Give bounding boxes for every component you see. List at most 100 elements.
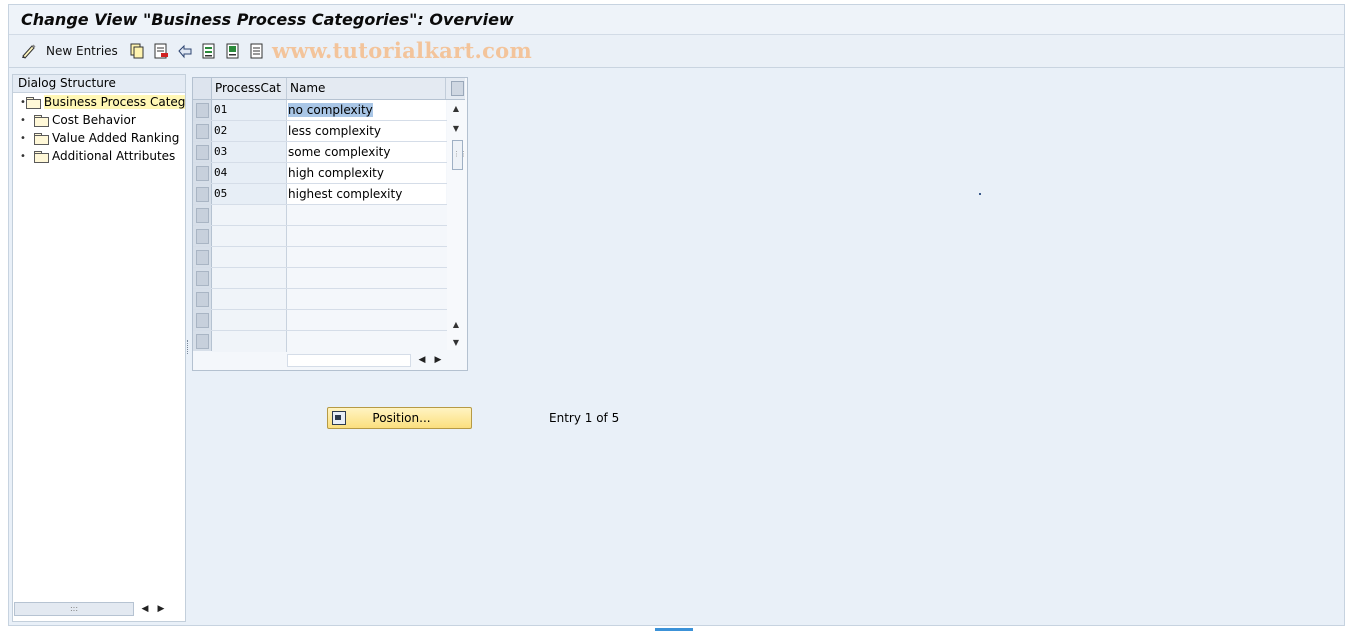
row-selector[interactable] (193, 226, 212, 246)
panel-splitter[interactable] (187, 340, 190, 354)
row-selector[interactable] (193, 205, 212, 225)
cell-processcat[interactable]: 03 (212, 142, 287, 162)
sap-window: Change View "Business Process Categories… (8, 4, 1345, 626)
row-selector[interactable] (193, 247, 212, 267)
position-button[interactable]: Position... (327, 407, 472, 429)
cell-processcat[interactable] (212, 331, 287, 352)
new-entries-button[interactable]: New Entries (17, 40, 121, 62)
folder-open-icon (25, 96, 41, 109)
cell-processcat[interactable]: 04 (212, 163, 287, 183)
row-selector[interactable] (193, 268, 212, 288)
scroll-page-down-icon[interactable]: ▼ (451, 338, 461, 348)
cell-name[interactable] (287, 205, 446, 225)
cell-name[interactable] (287, 331, 446, 352)
scroll-left-icon[interactable]: ◀ (415, 355, 429, 365)
row-selector[interactable] (193, 331, 212, 351)
deselect-all-button[interactable] (245, 40, 269, 62)
bullet-icon: • (20, 150, 26, 162)
tree-item-business-process-categories[interactable]: • Business Process Catego (13, 93, 185, 111)
empty-row[interactable] (193, 226, 447, 247)
horizontal-scrollbar[interactable]: ◀ ▶ (287, 352, 447, 368)
row-selector[interactable] (193, 121, 212, 141)
application-toolbar: New Entries www.tutorialkart.com (9, 35, 1344, 68)
select-block-icon (224, 42, 242, 60)
empty-row[interactable] (193, 289, 447, 310)
stray-dot (979, 193, 981, 195)
table-header: ProcessCat Name (193, 78, 465, 100)
row-selector[interactable] (193, 142, 212, 162)
copy-button[interactable] (125, 40, 149, 62)
table-row[interactable]: 04 high complexity (193, 163, 447, 184)
cell-name[interactable] (287, 226, 446, 246)
undo-button[interactable] (173, 40, 197, 62)
empty-row[interactable] (193, 331, 447, 352)
scroll-down-icon[interactable]: ▼ (451, 124, 461, 134)
select-all-icon (200, 42, 218, 60)
empty-row[interactable] (193, 310, 447, 331)
tree-item-additional-attributes[interactable]: • Additional Attributes (13, 147, 185, 165)
row-selector[interactable] (193, 163, 212, 183)
table-row[interactable]: 05 highest complexity (193, 184, 447, 205)
cell-name[interactable] (287, 268, 446, 288)
undo-icon (176, 42, 194, 60)
delete-button[interactable] (149, 40, 173, 62)
scroll-right-icon[interactable]: ▶ (154, 604, 168, 614)
row-selector[interactable] (193, 184, 212, 204)
horizontal-scrollbar[interactable]: ::: ◀ ▶ (13, 601, 187, 617)
new-entries-label: New Entries (46, 44, 118, 58)
cell-name[interactable] (287, 289, 446, 309)
bullet-icon: • (20, 114, 26, 126)
row-selector[interactable] (193, 100, 212, 120)
empty-row[interactable] (193, 247, 447, 268)
tree-item-label: Value Added Ranking (52, 131, 180, 145)
dialog-structure-panel: Dialog Structure • Business Process Cate… (12, 74, 186, 622)
cell-processcat[interactable] (212, 226, 287, 246)
table-row[interactable]: 03 some complexity (193, 142, 447, 163)
column-header-processcat[interactable]: ProcessCat (212, 78, 287, 99)
scroll-right-icon[interactable]: ▶ (431, 355, 445, 365)
cell-processcat[interactable]: 05 (212, 184, 287, 204)
cell-processcat[interactable] (212, 247, 287, 267)
cell-name[interactable] (287, 310, 446, 330)
cell-name[interactable]: some complexity (287, 142, 446, 162)
tree-item-cost-behavior[interactable]: • Cost Behavior (13, 111, 185, 129)
page-title: Change View "Business Process Categories… (21, 10, 514, 29)
watermark: www.tutorialkart.com (272, 38, 532, 63)
scrollbar-track[interactable] (287, 353, 411, 367)
table-row[interactable]: 02 less complexity (193, 121, 447, 142)
cell-processcat[interactable] (212, 289, 287, 309)
cell-name[interactable]: no complexity (287, 100, 446, 120)
scroll-up-icon[interactable]: ▲ (451, 104, 461, 114)
select-block-button[interactable] (221, 40, 245, 62)
column-header-name[interactable]: Name (287, 78, 446, 99)
cell-name[interactable]: highest complexity (287, 184, 446, 204)
table-row[interactable]: 01 no complexity (193, 100, 447, 121)
cell-name[interactable]: high complexity (287, 163, 446, 183)
scroll-left-icon[interactable]: ◀ (138, 604, 152, 614)
scroll-page-up-icon[interactable]: ▲ (451, 320, 461, 330)
scrollbar-thumb[interactable]: ::: (14, 602, 134, 616)
select-all-button[interactable] (197, 40, 221, 62)
cell-processcat[interactable] (212, 310, 287, 330)
scrollbar-thumb[interactable]: ⋮⋮ (452, 140, 467, 170)
cell-name[interactable] (287, 247, 446, 267)
vertical-scrollbar[interactable]: ▲ ▼ ⋮⋮ ▲ ▼ (447, 100, 467, 350)
cell-processcat[interactable]: 01 (212, 100, 287, 120)
delete-icon (152, 42, 170, 60)
empty-row[interactable] (193, 205, 447, 226)
cell-name[interactable]: less complexity (287, 121, 446, 141)
cell-processcat[interactable] (212, 268, 287, 288)
entry-counter: Entry 1 of 5 (549, 411, 620, 425)
table-settings-button[interactable] (446, 78, 465, 99)
select-all-rows-button[interactable] (193, 78, 212, 99)
empty-row[interactable] (193, 268, 447, 289)
tree-item-label: Cost Behavior (52, 113, 136, 127)
tree-item-label: Business Process Catego (43, 95, 185, 109)
position-icon (332, 411, 346, 425)
cell-processcat[interactable]: 02 (212, 121, 287, 141)
tree-item-value-added-ranking[interactable]: • Value Added Ranking (13, 129, 185, 147)
row-selector[interactable] (193, 310, 212, 330)
cell-processcat[interactable] (212, 205, 287, 225)
title-bar: Change View "Business Process Categories… (9, 5, 1344, 35)
row-selector[interactable] (193, 289, 212, 309)
